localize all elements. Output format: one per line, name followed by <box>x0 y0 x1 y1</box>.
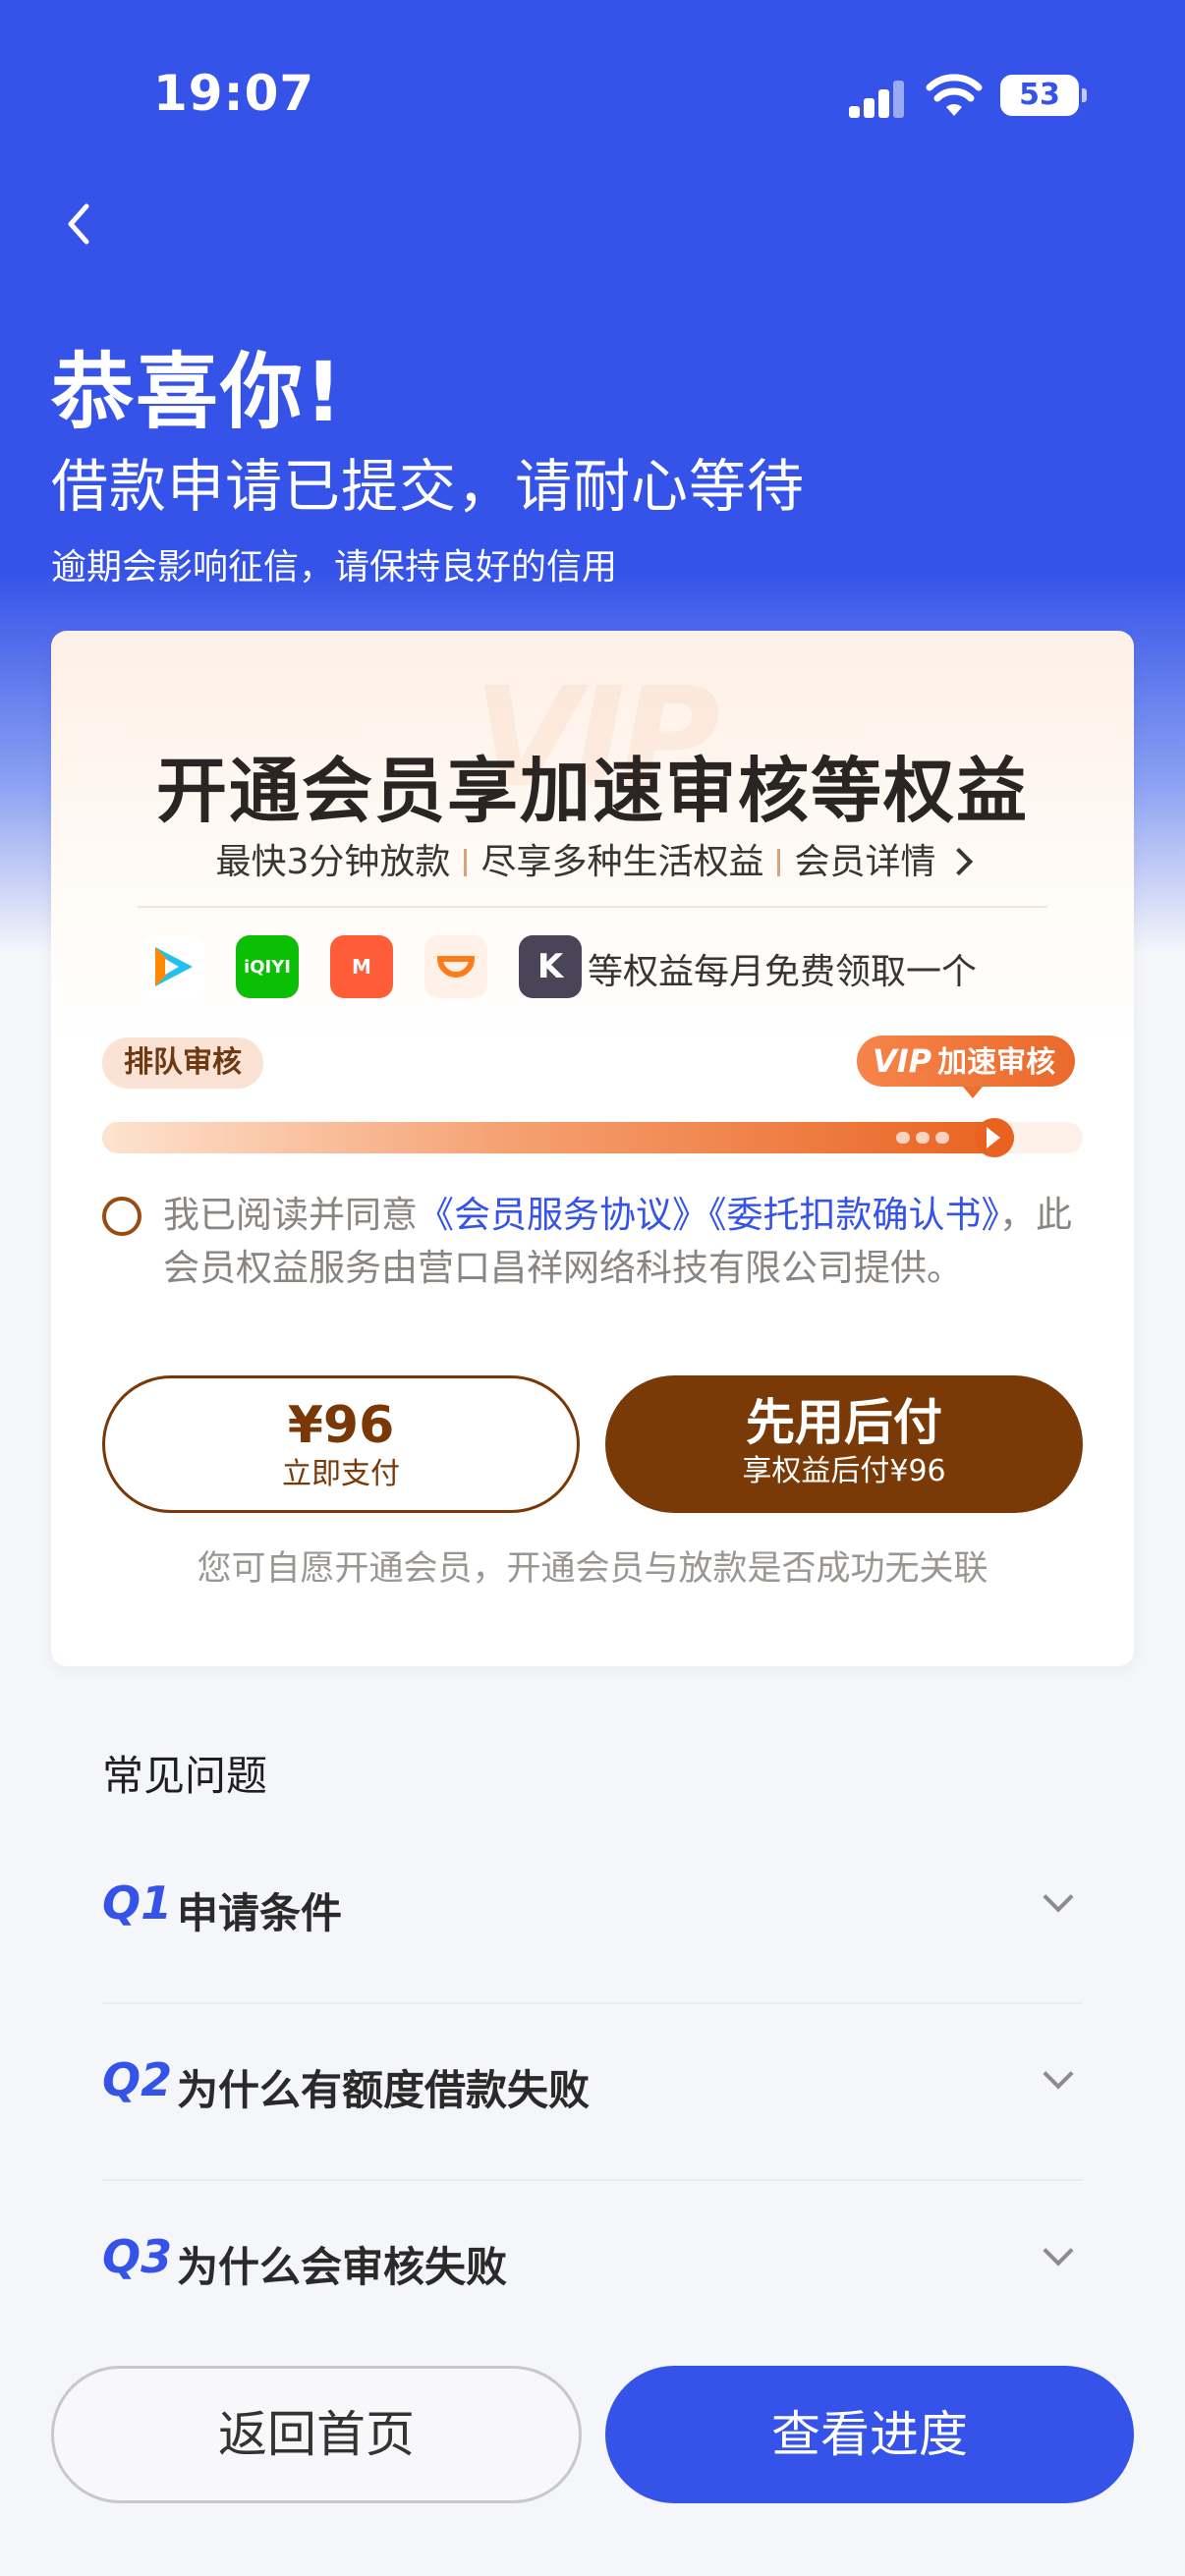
pay-later-sub: 享权益后付¥96 <box>742 1454 946 1488</box>
faq-item-q2[interactable]: Q2 为什么有额度借款失败 <box>102 2004 1083 2181</box>
faq-question: 申请条件 <box>177 1889 343 1937</box>
fast-review-label: 加速审核 <box>937 1045 1056 1080</box>
member-agreement-link[interactable]: 《会员服务协议》 <box>418 1194 708 1236</box>
vip-disclaimer: 您可自愿开通会员，开通会员与放款是否成功无关联 <box>197 1549 988 1589</box>
agreement-text: 我已阅读并同意《会员服务协议》《委托扣款确认书》，此会员权益服务由营口昌祥网络科… <box>163 1189 1106 1295</box>
vip-title: 开通会员享加速审核等权益 <box>155 750 1029 832</box>
bottom-action-bar: 返回首页 查看进度 <box>0 2293 1185 2576</box>
divider <box>138 906 1047 908</box>
pay-now-price: ¥96 <box>287 1396 395 1455</box>
vip-card: VIP 开通会员享加速审核等权益 最快3分钟放款 尽享多种生活权益 会员详情 iQI… <box>51 631 1134 1666</box>
didi-icon <box>424 935 487 998</box>
view-progress-button[interactable]: 查看进度 <box>605 2366 1134 2503</box>
faq-item-q1[interactable]: Q1 申请条件 <box>102 1827 1083 2004</box>
faq-question: 为什么会审核失败 <box>177 2243 508 2291</box>
member-details-label: 会员详情 <box>794 842 936 882</box>
faq-number: Q2 <box>102 2053 173 2106</box>
member-details-link[interactable]: 会员详情 <box>794 842 974 882</box>
pay-later-button[interactable]: 先用后付 享权益后付¥96 <box>605 1375 1083 1513</box>
keep-icon: K <box>519 935 582 998</box>
status-time: 19:07 <box>153 65 315 122</box>
progress-fill <box>102 1118 1014 1157</box>
cellular-signal-icon <box>849 79 906 118</box>
vip-features: 最快3分钟放款 尽享多种生活权益 会员详情 <box>51 833 1134 884</box>
separator <box>777 849 781 876</box>
chevron-right-icon <box>945 847 974 876</box>
separator <box>464 849 468 876</box>
debit-authorization-link[interactable]: 《委托扣款确认书》 <box>708 1194 999 1236</box>
chevron-down-icon <box>1043 1881 1074 1913</box>
progress-dots <box>896 1132 955 1144</box>
chevron-down-icon <box>1043 2058 1074 2090</box>
page-subtitle: 借款申请已提交，请耐心等待 <box>51 453 806 520</box>
review-progress-bar <box>102 1118 1083 1157</box>
fast-review-tag: VIP 加速审核 <box>857 1036 1076 1098</box>
pay-now-label: 立即支付 <box>282 1457 400 1491</box>
app-icons-row: iQIYI M K <box>141 935 613 998</box>
feature-fast-loan: 最快3分钟放款 <box>215 842 451 882</box>
iqiyi-icon: iQIYI <box>236 935 299 998</box>
vip-badge: VIP <box>873 1042 932 1080</box>
credit-tip: 逾期会影响征信，请保持良好的信用 <box>51 547 618 588</box>
page-title: 恭喜你! <box>51 344 345 440</box>
feature-life-rights: 尽享多种生活权益 <box>480 842 764 882</box>
faq-number: Q1 <box>102 1876 173 1930</box>
back-button[interactable] <box>51 195 110 253</box>
rights-text: 等权益每月免费领取一个 <box>588 952 978 992</box>
agreement-prefix: 我已阅读并同意 <box>163 1194 418 1236</box>
chevron-left-icon <box>68 203 89 245</box>
faq-question: 为什么有额度借款失败 <box>177 2066 591 2114</box>
mango-tv-icon: M <box>330 935 393 998</box>
wifi-icon <box>926 74 983 116</box>
tencent-video-icon <box>141 935 204 998</box>
battery-icon: 53 <box>1000 75 1087 116</box>
rocket-icon <box>975 1118 1014 1157</box>
pay-later-label: 先用后付 <box>746 1394 942 1451</box>
back-home-button[interactable]: 返回首页 <box>51 2366 582 2503</box>
chevron-down-icon <box>1043 2235 1074 2267</box>
faq-title: 常见问题 <box>102 1752 268 1800</box>
pay-now-button[interactable]: ¥96 立即支付 <box>102 1375 580 1513</box>
agreement-checkbox[interactable] <box>102 1197 141 1236</box>
faq-number: Q3 <box>102 2230 173 2283</box>
queue-review-tag: 排队审核 <box>102 1037 263 1089</box>
status-bar: 19:07 53 <box>0 0 1185 196</box>
